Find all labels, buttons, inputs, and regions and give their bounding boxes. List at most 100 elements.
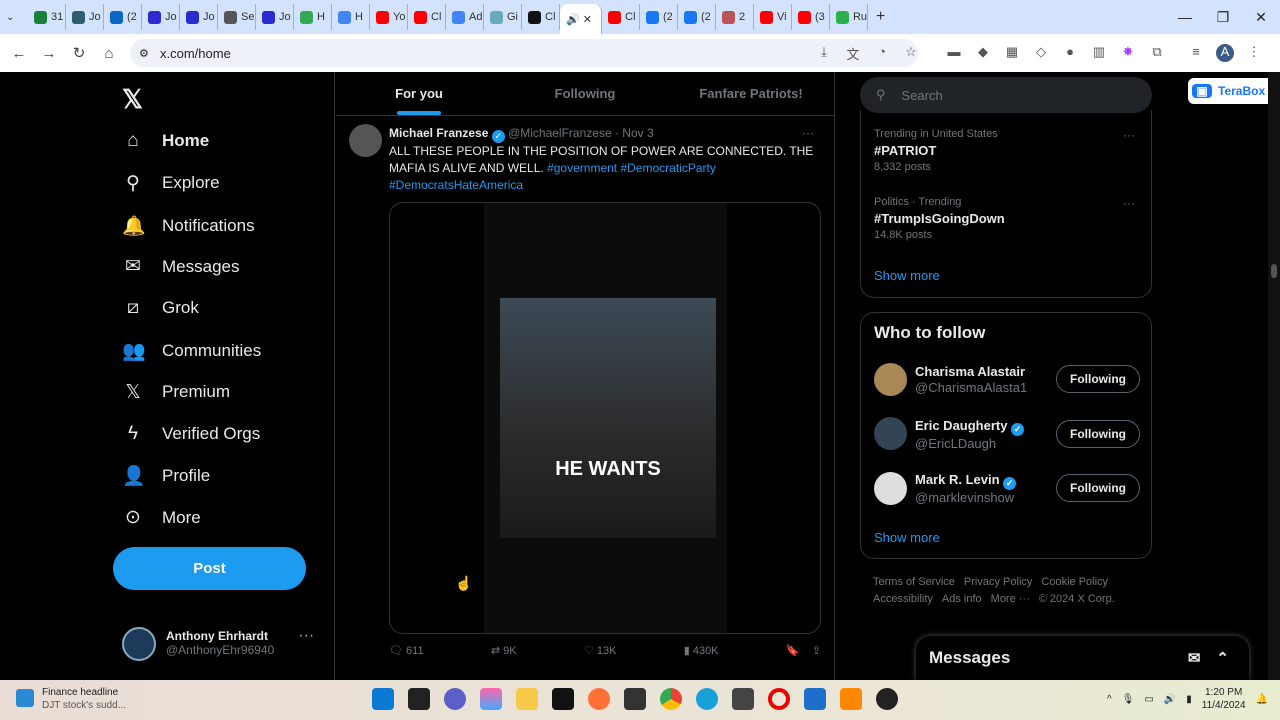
menu-icon[interactable]: ⋮	[1245, 44, 1263, 62]
author-name[interactable]: Michael Franzese	[389, 126, 488, 140]
tab-fanfare-patriots[interactable]: Fanfare Patriots!	[668, 72, 834, 115]
following-button[interactable]: Following	[1056, 365, 1140, 393]
extension-icon[interactable]: ◇	[1032, 44, 1050, 62]
nav-explore[interactable]: ⚲ Explore	[122, 172, 220, 195]
account-switcher[interactable]: Anthony Ehrhardt @AnthonyEhr96940 ···	[122, 627, 314, 661]
extension-icon[interactable]: ✸	[1119, 44, 1137, 62]
browser-tab[interactable]: (2	[640, 4, 678, 30]
avatar[interactable]	[874, 362, 907, 396]
nav-premium[interactable]: 𝕏 Premium	[122, 381, 230, 404]
author-handle[interactable]: @MichaelFranzese	[508, 126, 612, 140]
browser-tab[interactable]: H	[294, 4, 332, 30]
browser-tab[interactable]: Cl	[602, 4, 640, 30]
browser-tab[interactable]: Jo	[66, 4, 104, 30]
following-button[interactable]: Following	[1056, 474, 1140, 502]
extension-icon[interactable]: ▦	[1003, 44, 1021, 62]
extension-icon[interactable]: ▥	[1090, 44, 1108, 62]
cmd-icon[interactable]	[624, 688, 646, 710]
nav-verified-orgs[interactable]: ϟ Verified Orgs	[122, 423, 260, 445]
vlc-icon[interactable]	[840, 688, 862, 710]
more-options-icon[interactable]: ···	[298, 627, 314, 661]
media-control-icon[interactable]: ≡	[1187, 44, 1205, 62]
opera-icon[interactable]	[768, 688, 790, 710]
trend-more-icon[interactable]: ···	[1123, 128, 1135, 142]
following-button[interactable]: Following	[1056, 419, 1140, 448]
browser-tab[interactable]: Ad	[446, 4, 484, 30]
tweet-date[interactable]: · Nov 3	[615, 126, 654, 140]
bookmark-icon[interactable]: 🔖	[786, 645, 800, 657]
nav-home[interactable]: ⌂ Home	[122, 130, 209, 152]
like-button[interactable]: ♡ 13K	[584, 644, 617, 657]
performance-icon[interactable]: ◔	[873, 44, 891, 62]
browser-tab[interactable]: 31	[28, 4, 66, 30]
browser-tab[interactable]: Jo	[142, 4, 180, 30]
search-input[interactable]: ⚲ Search	[860, 77, 1152, 113]
browser-tab[interactable]: Jo	[256, 4, 294, 30]
store-icon[interactable]	[804, 688, 826, 710]
edge-icon[interactable]	[696, 688, 718, 710]
terminal-icon[interactable]	[552, 688, 574, 710]
forward-icon[interactable]: →	[34, 45, 64, 62]
clock[interactable]: 1:20 PM 11/4/2024	[1202, 686, 1246, 712]
avatar[interactable]	[874, 417, 907, 450]
back-icon[interactable]: ←	[4, 45, 34, 62]
news-widget[interactable]: Finance headline DJT stock's sudd...	[16, 686, 126, 712]
site-info-icon[interactable]: ⚙	[139, 47, 149, 60]
home-icon[interactable]: ⌂	[94, 45, 124, 62]
browser-tab[interactable]: (3	[792, 4, 830, 30]
copilot-icon[interactable]	[480, 688, 502, 710]
volume-icon[interactable]: 🔊	[1164, 694, 1176, 705]
file-explorer-icon[interactable]	[516, 688, 538, 710]
nav-grok[interactable]: ⧄ Grok	[122, 297, 199, 319]
browser-tab[interactable]: Jo	[180, 4, 218, 30]
app-icon[interactable]	[876, 688, 898, 710]
bookmark-star-icon[interactable]: ☆	[902, 44, 920, 62]
trend-item[interactable]: Politics · Trending #TrumpIsGoingDown 14.8…	[874, 196, 1005, 241]
extension-icon[interactable]: ●	[1061, 44, 1079, 62]
browser-tab[interactable]: Vi	[754, 4, 792, 30]
task-view-icon[interactable]	[408, 688, 430, 710]
tab-following[interactable]: Following	[502, 72, 668, 115]
teams-icon[interactable]	[444, 688, 466, 710]
battery-icon[interactable]: ▮	[1186, 694, 1192, 705]
notification-bell-icon[interactable]: 🔔	[1256, 694, 1268, 705]
follow-suggestion[interactable]: Mark R. Levin ✓ @marklevinshow Following	[874, 470, 1140, 506]
nav-communities[interactable]: 👥 Communities	[122, 339, 261, 363]
extensions-puzzle-icon[interactable]: ⧉	[1148, 44, 1166, 62]
browser-tab[interactable]: H	[332, 4, 370, 30]
profile-avatar-icon[interactable]: A	[1216, 44, 1234, 62]
tab-search-button[interactable]: ⌄	[6, 12, 28, 23]
post-button[interactable]: Post	[113, 547, 306, 590]
hashtag-link[interactable]: #DemocratsHateAmerica	[389, 178, 523, 192]
browser-tab[interactable]: Ru	[830, 4, 868, 30]
browser-tab[interactable]: 🔊 ✕	[560, 4, 602, 34]
firefox-icon[interactable]	[588, 688, 610, 710]
browser-tab[interactable]: (2	[678, 4, 716, 30]
mic-icon[interactable]: 🎙	[1122, 694, 1135, 705]
trend-more-icon[interactable]: ···	[1123, 196, 1135, 210]
chrome-icon[interactable]	[660, 688, 682, 710]
nav-messages[interactable]: ✉ Messages	[122, 255, 239, 278]
show-more-link[interactable]: Show more	[874, 530, 940, 545]
messages-drawer[interactable]: Messages ✉ ⌃	[916, 636, 1249, 680]
reply-button[interactable]: 🗨 611	[389, 644, 424, 657]
share-icon[interactable]: ⇪	[812, 645, 821, 657]
browser-tab[interactable]: Cl	[408, 4, 446, 30]
trend-item[interactable]: Trending in United States #PATRIOT 8,332 p…	[874, 128, 998, 173]
network-icon[interactable]: ▭	[1144, 694, 1153, 705]
author-avatar[interactable]	[349, 124, 382, 157]
hashtag-link[interactable]: #government	[547, 161, 617, 175]
views-button[interactable]: ▮ 430K	[684, 644, 719, 657]
follow-suggestion[interactable]: Charisma Alastair @CharismaAlasta1 Followi…	[874, 361, 1140, 397]
tweet-more-icon[interactable]: ···	[802, 125, 814, 142]
scrollbar[interactable]	[1268, 72, 1280, 680]
nav-notifications[interactable]: 🔔 Notifications	[122, 214, 255, 238]
extension-icon[interactable]: ◆	[974, 44, 992, 62]
new-tab-button[interactable]: +	[876, 8, 885, 26]
show-more-link[interactable]: Show more	[874, 268, 940, 283]
browser-tab[interactable]: Cl	[522, 4, 560, 30]
follow-suggestion[interactable]: Eric Daugherty ✓ @EricLDaugh Following	[874, 416, 1140, 452]
video-player[interactable]: HE WANTS	[389, 202, 821, 634]
tab-for-you[interactable]: For you	[336, 72, 502, 115]
repost-button[interactable]: ⇄ 9K	[491, 644, 517, 657]
